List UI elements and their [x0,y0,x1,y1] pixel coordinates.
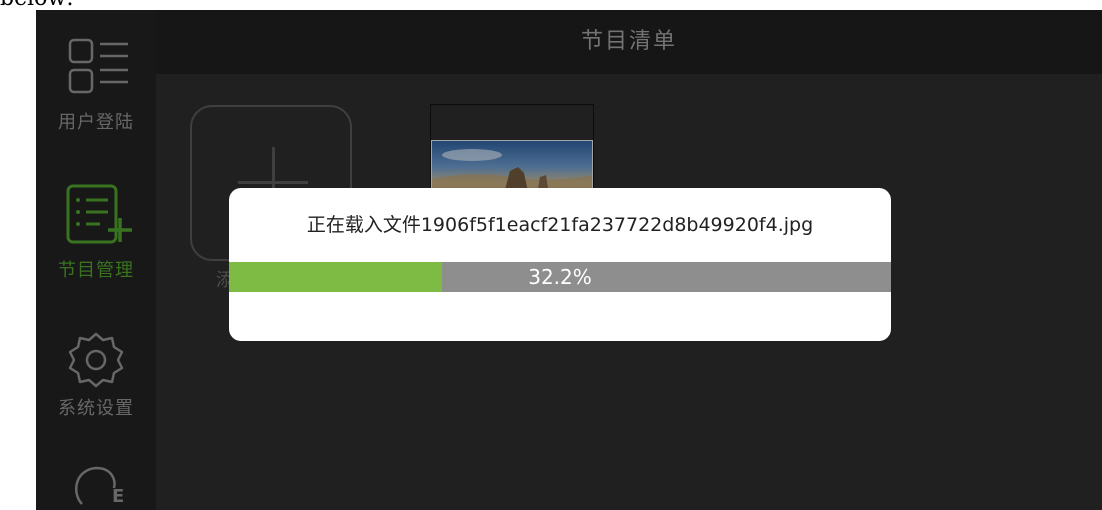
loading-message: 正在载入文件1906f5f1eacf21fa237722d8b49920f4.j… [306,214,814,236]
app-window: 用户登陆 节目管理 系统设置 E 节目清单 添 正在载入文件1906f5f1ea… [36,10,1102,510]
loading-dialog: 正在载入文件1906f5f1eacf21fa237722d8b49920f4.j… [229,188,891,341]
progress-percentage: 32.2% [528,265,592,289]
page-caption: below: [0,0,74,10]
progress-bar: 32.2% [229,262,891,292]
